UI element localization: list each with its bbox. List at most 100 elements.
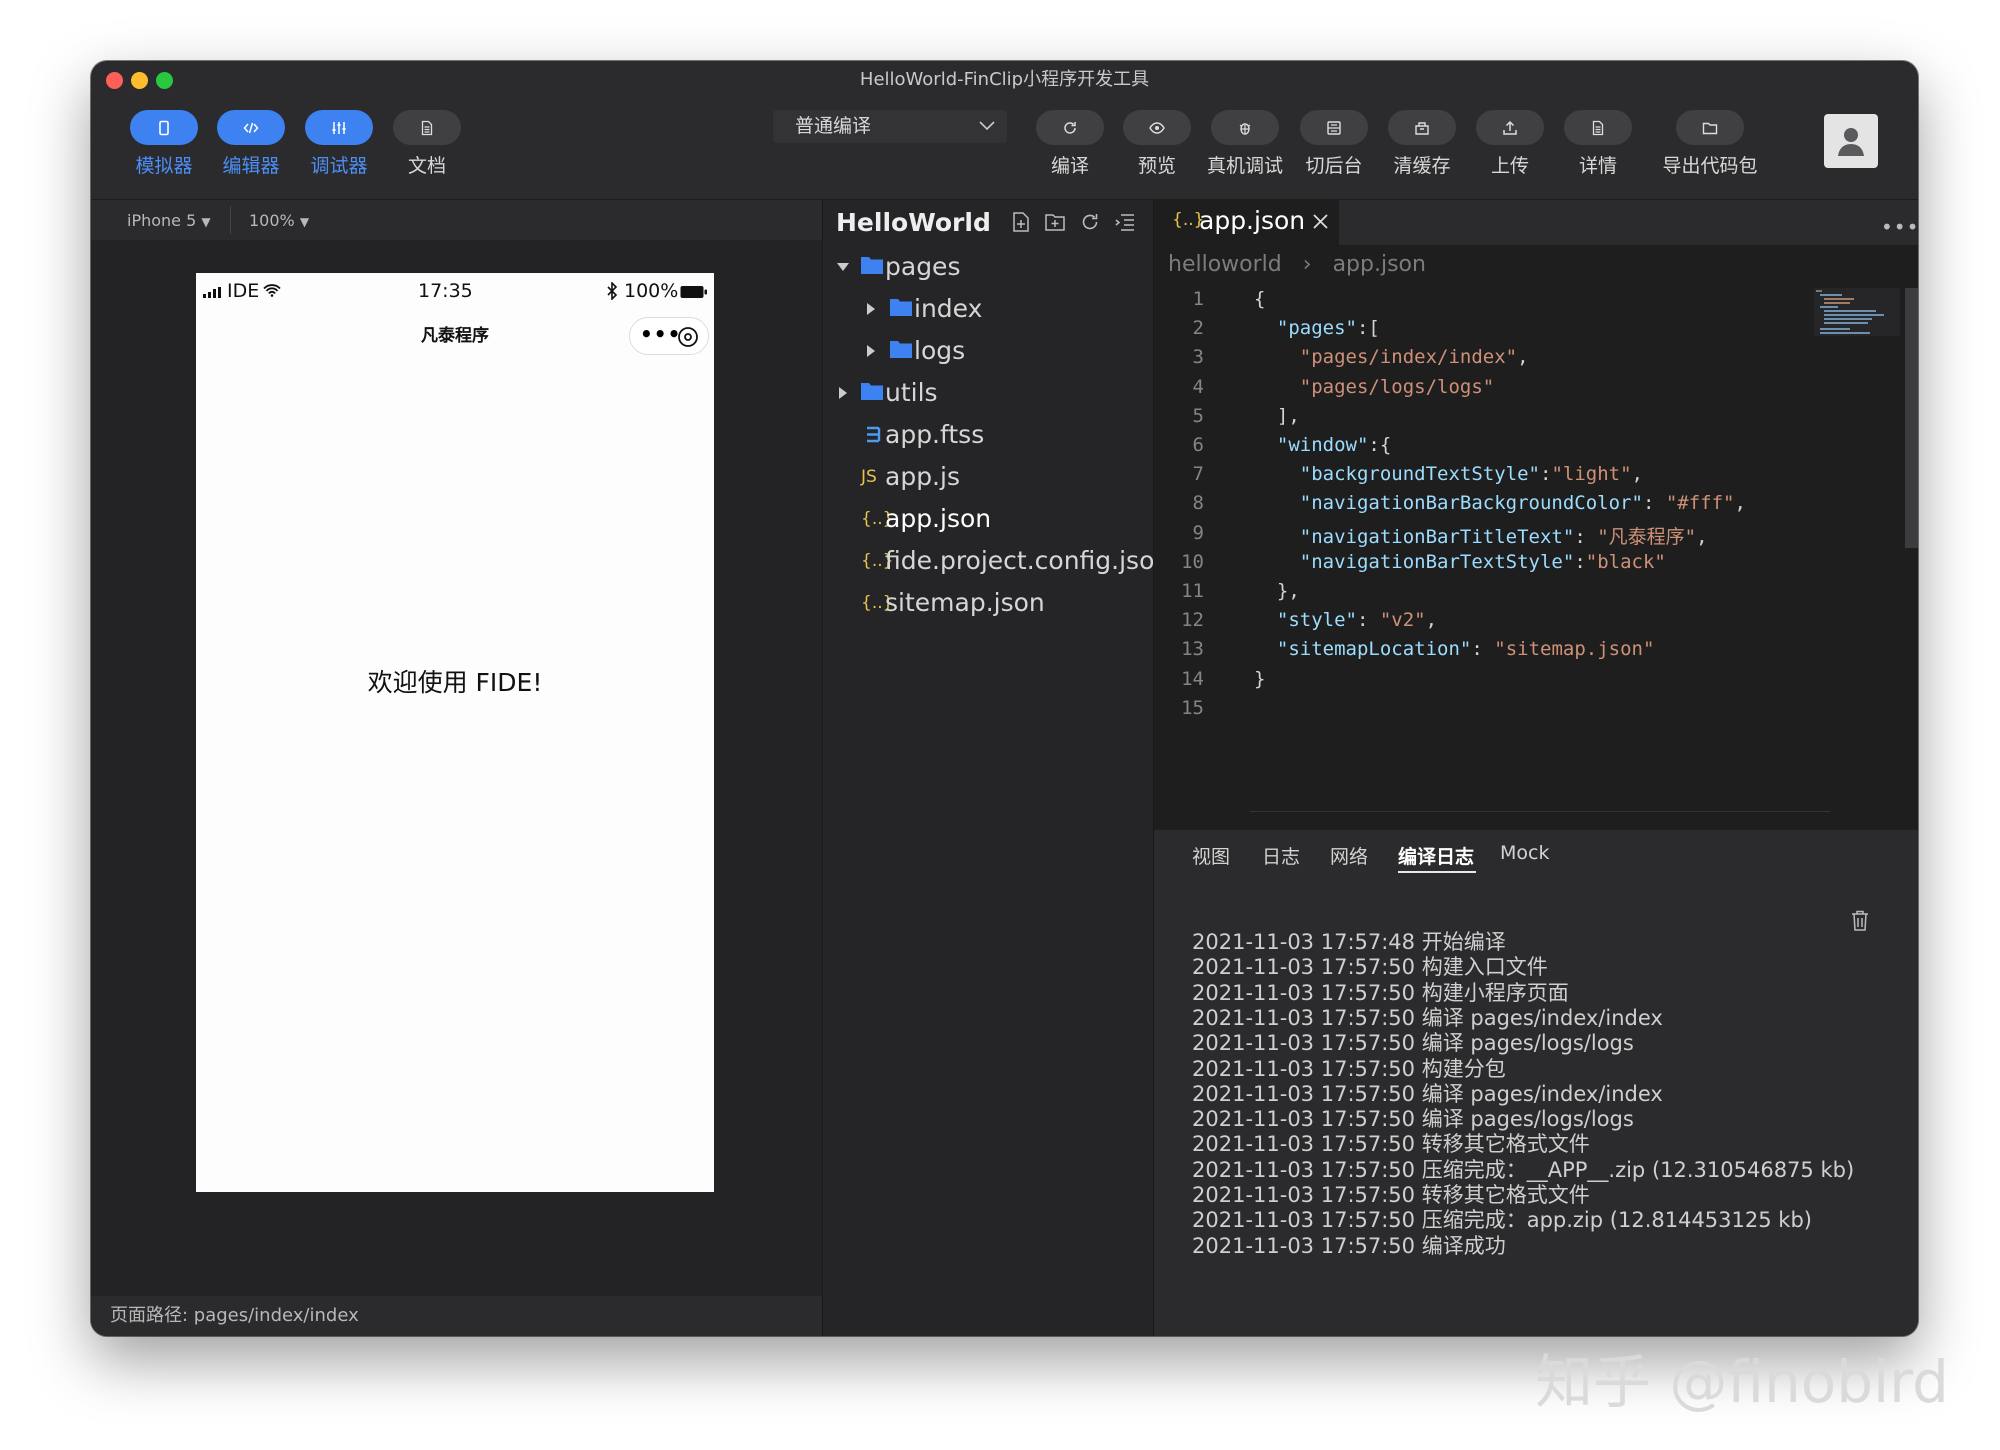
tree-item-sitemap[interactable]: {..} sitemap.json: [823, 582, 1154, 624]
tree-item-label: pages: [885, 252, 961, 281]
details-button[interactable]: 详情: [1558, 110, 1638, 178]
tree-item-app-json[interactable]: {..} app.json: [823, 498, 1154, 540]
compile-button[interactable]: 编译: [1030, 110, 1110, 178]
tree-item-logs[interactable]: logs: [823, 330, 1154, 372]
device-select[interactable]: iPhone 5 ▼: [127, 211, 211, 230]
compile-mode-select[interactable]: 普通编译: [773, 110, 1007, 143]
minimap[interactable]: [1814, 288, 1904, 338]
code-line: "window":{: [1276, 434, 1392, 456]
editor-button[interactable]: 编辑器: [211, 110, 291, 178]
new-folder-icon[interactable]: [1045, 212, 1065, 232]
tree-item-index[interactable]: index: [823, 288, 1154, 330]
clock-label: 17:35: [418, 280, 473, 302]
maximize-window-button[interactable]: [156, 72, 173, 89]
line-number: 6: [1192, 434, 1204, 456]
new-file-icon[interactable]: [1012, 212, 1030, 232]
tree-item-label: index: [914, 294, 983, 323]
trash-icon[interactable]: [1851, 910, 1869, 932]
welcome-text: 欢迎使用 FIDE!: [367, 668, 543, 697]
collapse-all-icon[interactable]: [1115, 212, 1135, 232]
user-avatar[interactable]: [1824, 114, 1878, 168]
code-line: "style": "v2",: [1276, 609, 1438, 632]
breadcrumb: helloworld › app.json: [1168, 252, 1440, 277]
code-icon: [243, 122, 259, 133]
simulator-button[interactable]: 模拟器: [124, 110, 204, 178]
page-path-footer: 页面路径: pages/index/index: [91, 1296, 822, 1336]
export-code-button[interactable]: 导出代码包: [1660, 110, 1760, 178]
editor-label: 编辑器: [222, 155, 280, 177]
clear-cache-button[interactable]: 清缓存: [1382, 110, 1462, 178]
code-line: {: [1254, 288, 1266, 310]
export-code-label: 导出代码包: [1662, 155, 1758, 177]
line-number: 5: [1192, 404, 1204, 427]
refresh-icon[interactable]: [1080, 212, 1100, 232]
line-number: 14: [1181, 667, 1204, 690]
tab-app-json[interactable]: {..} app.json: [1154, 200, 1339, 245]
close-circle-icon[interactable]: [677, 326, 699, 348]
editor-scrollbar[interactable]: [1905, 288, 1918, 548]
css-file-icon: [867, 426, 881, 443]
folder-export-icon: [1702, 122, 1718, 134]
zoom-value: 100%: [249, 211, 295, 230]
more-menu-button[interactable]: •••: [640, 322, 681, 346]
tree-item-pages[interactable]: pages: [823, 246, 1154, 288]
line-number: 2: [1192, 317, 1204, 340]
caret-right-icon: [867, 303, 875, 315]
code-line: "backgroundTextStyle":"light",: [1299, 463, 1643, 486]
breadcrumb-item[interactable]: app.json: [1333, 252, 1426, 277]
carrier-label: IDE: [227, 280, 260, 302]
phone-screen[interactable]: IDE 17:35 100% 凡泰程序 ••• 欢迎使用 FIDE!: [196, 273, 714, 1192]
ide-window: HelloWorld-FinClip小程序开发工具 模拟器 编辑器 调试器 文档…: [91, 61, 1918, 1336]
caret-right-icon: [867, 345, 875, 357]
simulator-label: 模拟器: [135, 155, 193, 177]
minimize-window-button[interactable]: [131, 72, 148, 89]
background-button[interactable]: 切后台: [1294, 110, 1374, 178]
tree-item-app-js[interactable]: JS app.js: [823, 456, 1154, 498]
title-bar: HelloWorld-FinClip小程序开发工具: [91, 61, 1918, 99]
close-tab-icon[interactable]: [1312, 213, 1329, 230]
tab-mock[interactable]: Mock: [1500, 842, 1549, 864]
bluetooth-icon: [607, 282, 618, 300]
explorer-header: HelloWorld: [823, 200, 1153, 245]
preview-button[interactable]: 预览: [1117, 110, 1197, 178]
compile-label: 编译: [1050, 155, 1089, 177]
log-line: 2021-11-03 17:57:50 编译成功: [1192, 1233, 1506, 1258]
tab-log[interactable]: 日志: [1262, 842, 1300, 869]
document-icon: [421, 120, 433, 135]
tree-item-label: utils: [885, 378, 938, 407]
tab-compile-log[interactable]: 编译日志: [1398, 842, 1474, 869]
device-debug-button[interactable]: 真机调试: [1205, 110, 1285, 178]
tab-network[interactable]: 网络: [1330, 842, 1368, 869]
background-icon: [1327, 120, 1341, 135]
close-window-button[interactable]: [106, 72, 123, 89]
line-number: 15: [1181, 696, 1204, 719]
debugger-label: 调试器: [310, 155, 368, 177]
simulator-bar: iPhone 5 ▼ 100% ▼: [91, 200, 822, 240]
docs-button[interactable]: 文档: [387, 110, 467, 178]
tree-item-utils[interactable]: utils: [823, 372, 1154, 414]
signal-icon: [203, 287, 221, 298]
chevron-down-icon: [979, 121, 995, 131]
eye-icon: [1149, 121, 1165, 134]
tree-item-fide-project-config[interactable]: {..} fide.project.config.json: [823, 540, 1170, 582]
line-number: 1: [1192, 288, 1204, 310]
upload-icon: [1503, 120, 1517, 135]
battery-icon: [680, 286, 707, 298]
zoom-select[interactable]: 100% ▼: [249, 211, 309, 230]
editor-more-button[interactable]: •••: [1881, 215, 1918, 239]
tree-item-label: app.js: [885, 462, 960, 491]
file-explorer: HelloWorld pages index logs utils app.ft…: [822, 200, 1170, 1336]
breadcrumb-item[interactable]: helloworld: [1168, 252, 1282, 277]
current-line-indicator: [1250, 811, 1830, 812]
tree-item-label: sitemap.json: [885, 588, 1045, 617]
code-line: "navigationBarTextStyle":"black": [1299, 550, 1666, 573]
tab-view[interactable]: 视图: [1192, 842, 1230, 869]
code-line: "pages/logs/logs": [1299, 375, 1495, 398]
debugger-button[interactable]: 调试器: [299, 110, 379, 178]
caret-down-icon: ▼: [299, 215, 310, 229]
folder-icon: [890, 299, 912, 316]
tree-item-app-ftss[interactable]: app.ftss: [823, 414, 1154, 456]
line-number: 13: [1181, 638, 1204, 661]
upload-button[interactable]: 上传: [1470, 110, 1550, 178]
device-value: iPhone 5: [127, 211, 197, 230]
